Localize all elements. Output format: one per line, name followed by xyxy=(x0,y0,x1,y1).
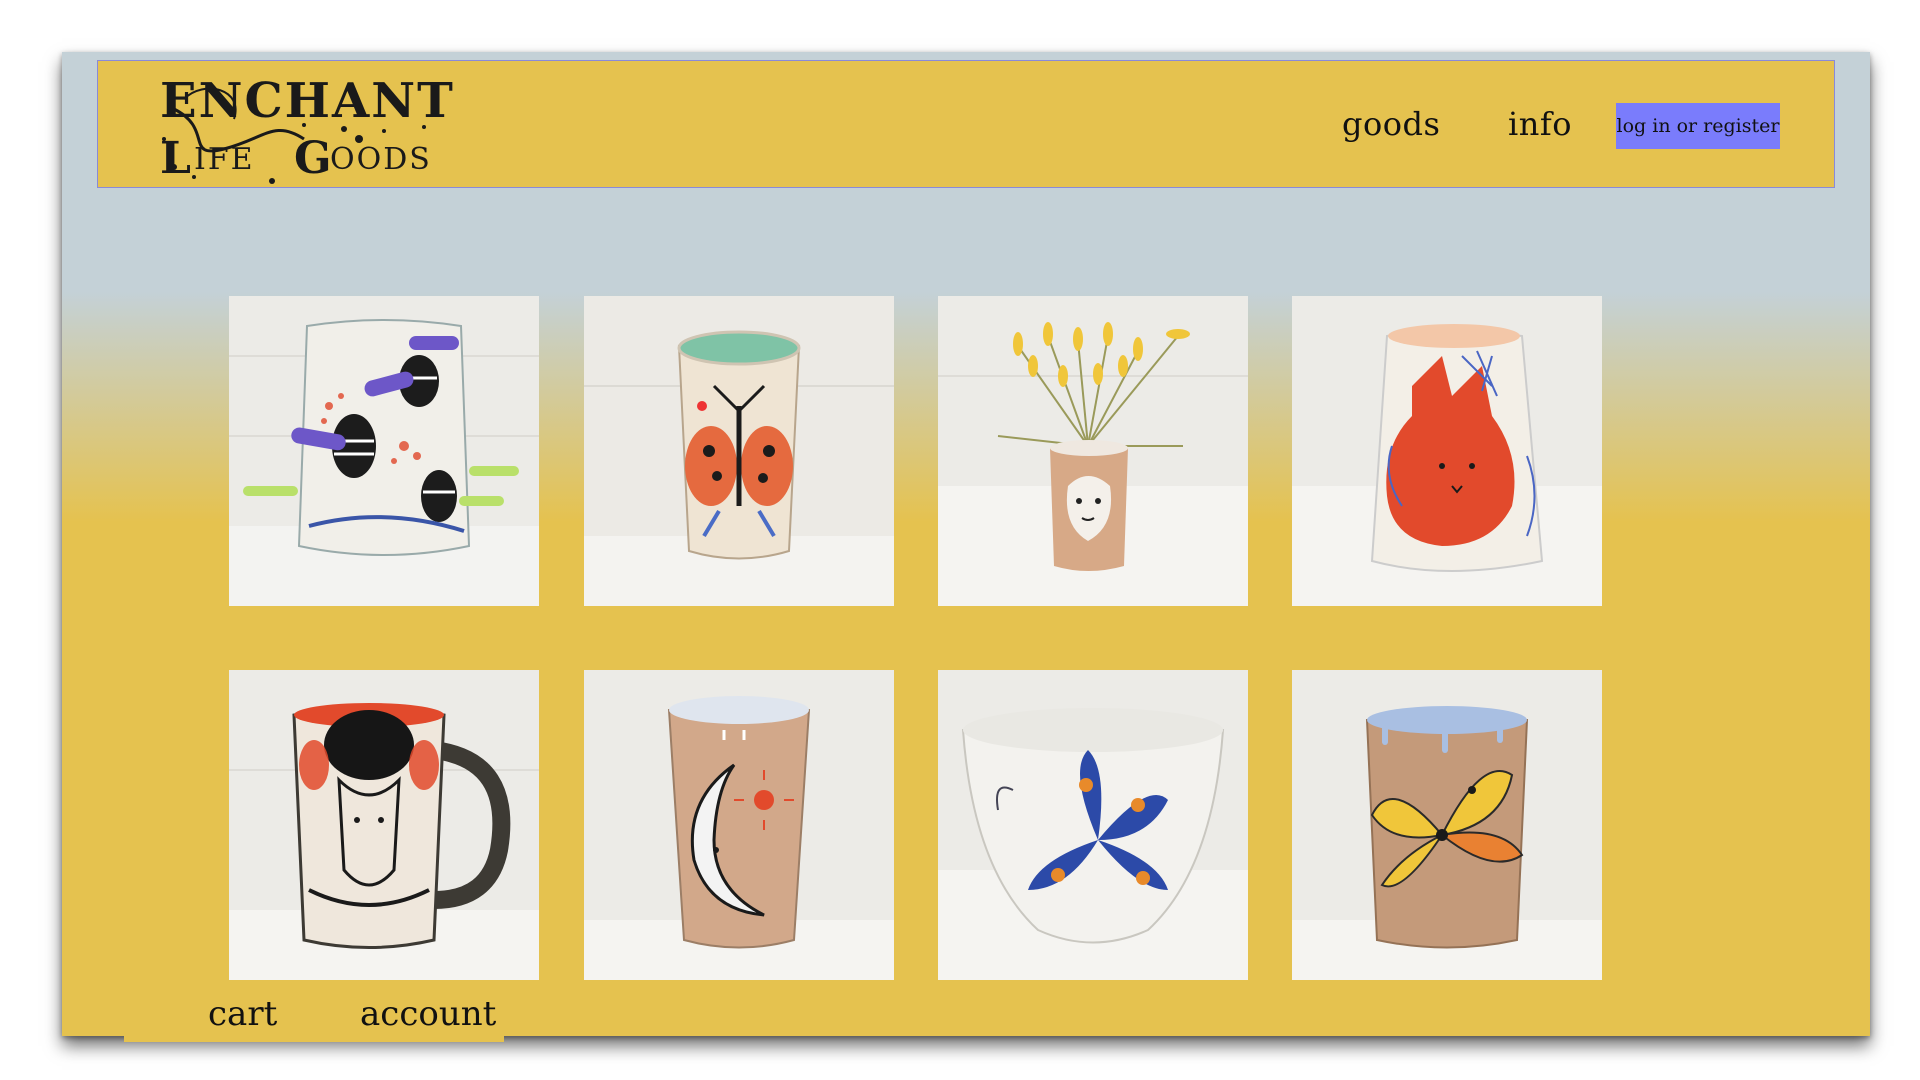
vase-with-red-rabbit-image xyxy=(1292,296,1602,606)
svg-text:L: L xyxy=(160,133,191,184)
svg-text:OODS: OODS xyxy=(330,142,432,177)
mug-with-bees-image xyxy=(229,296,539,606)
product-tile-moon-cup[interactable] xyxy=(584,670,894,980)
login-register-button[interactable]: log in or register xyxy=(1616,103,1780,149)
product-tile-rabbit-vase[interactable] xyxy=(1292,296,1602,606)
nav-info-link[interactable]: info xyxy=(1508,105,1572,143)
site-logo[interactable]: Enchanted Life Goods ENCHANTED L IFE G O… xyxy=(154,69,535,185)
bowl-with-butterfly-image xyxy=(938,670,1248,980)
product-tile-butterfly-bowl[interactable] xyxy=(938,670,1248,980)
cup-with-bug-image xyxy=(584,296,894,606)
site-header: Enchanted Life Goods ENCHANTED L IFE G O… xyxy=(97,60,1835,188)
svg-text:G: G xyxy=(294,133,332,184)
product-tile-figures-mug[interactable] xyxy=(229,670,539,980)
svg-text:IFE: IFE xyxy=(194,142,255,177)
vase-with-face-and-flowers-image xyxy=(938,296,1248,606)
browser-window: Enchanted Life Goods ENCHANTED L IFE G O… xyxy=(62,52,1870,1042)
cup-with-moon-image xyxy=(584,670,894,980)
cart-link[interactable]: cart xyxy=(208,994,277,1034)
product-tile-bee-mug[interactable] xyxy=(229,296,539,606)
product-tile-face-vase[interactable] xyxy=(938,296,1248,606)
cup-with-yellow-creature-image xyxy=(1292,670,1602,980)
logo-icon: ENCHANTED L IFE G OODS xyxy=(160,73,535,184)
mug-with-figures-image xyxy=(229,670,539,980)
account-link[interactable]: account xyxy=(360,994,496,1034)
product-tile-yellow-cup[interactable] xyxy=(1292,670,1602,980)
nav-goods-link[interactable]: goods xyxy=(1342,105,1440,143)
product-tile-bug-cup[interactable] xyxy=(584,296,894,606)
svg-text:ENCHANTED: ENCHANTED xyxy=(160,73,454,129)
